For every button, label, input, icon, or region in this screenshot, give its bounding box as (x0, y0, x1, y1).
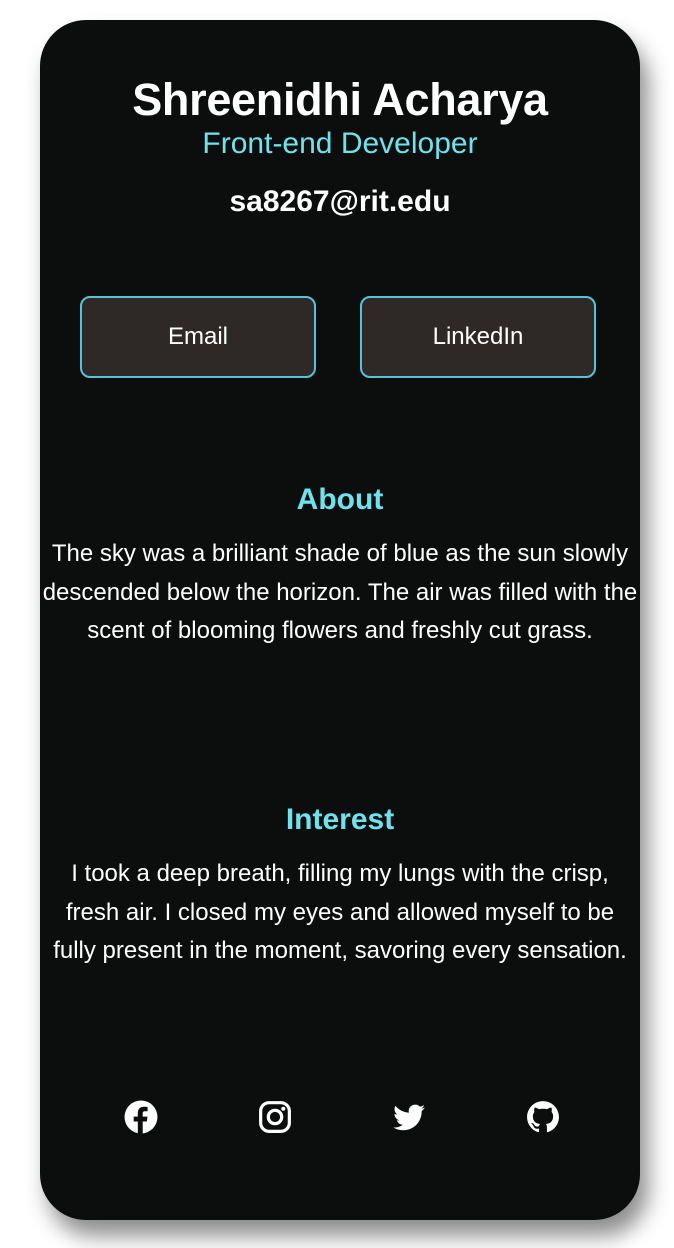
interest-heading: Interest (285, 803, 395, 836)
profile-role: Front-end Developer (202, 127, 478, 160)
github-icon[interactable] (526, 1100, 560, 1134)
linkedin-button[interactable]: LinkedIn (360, 296, 596, 378)
social-links (40, 1100, 640, 1140)
facebook-icon[interactable] (124, 1100, 158, 1134)
about-text: The sky was a brilliant shade of blue as… (42, 540, 638, 644)
profile-email: sa8267@rit.edu (229, 185, 451, 218)
profile-card: Shreenidhi Acharya Front-end Developer s… (40, 20, 640, 1220)
twitter-icon[interactable] (392, 1100, 426, 1134)
about-heading: About (296, 483, 384, 516)
profile-name: Shreenidhi Acharya (132, 74, 548, 125)
email-button[interactable]: Email (80, 296, 316, 378)
interest-text: I took a deep breath, filling my lungs w… (53, 860, 627, 964)
instagram-icon[interactable] (258, 1100, 292, 1134)
